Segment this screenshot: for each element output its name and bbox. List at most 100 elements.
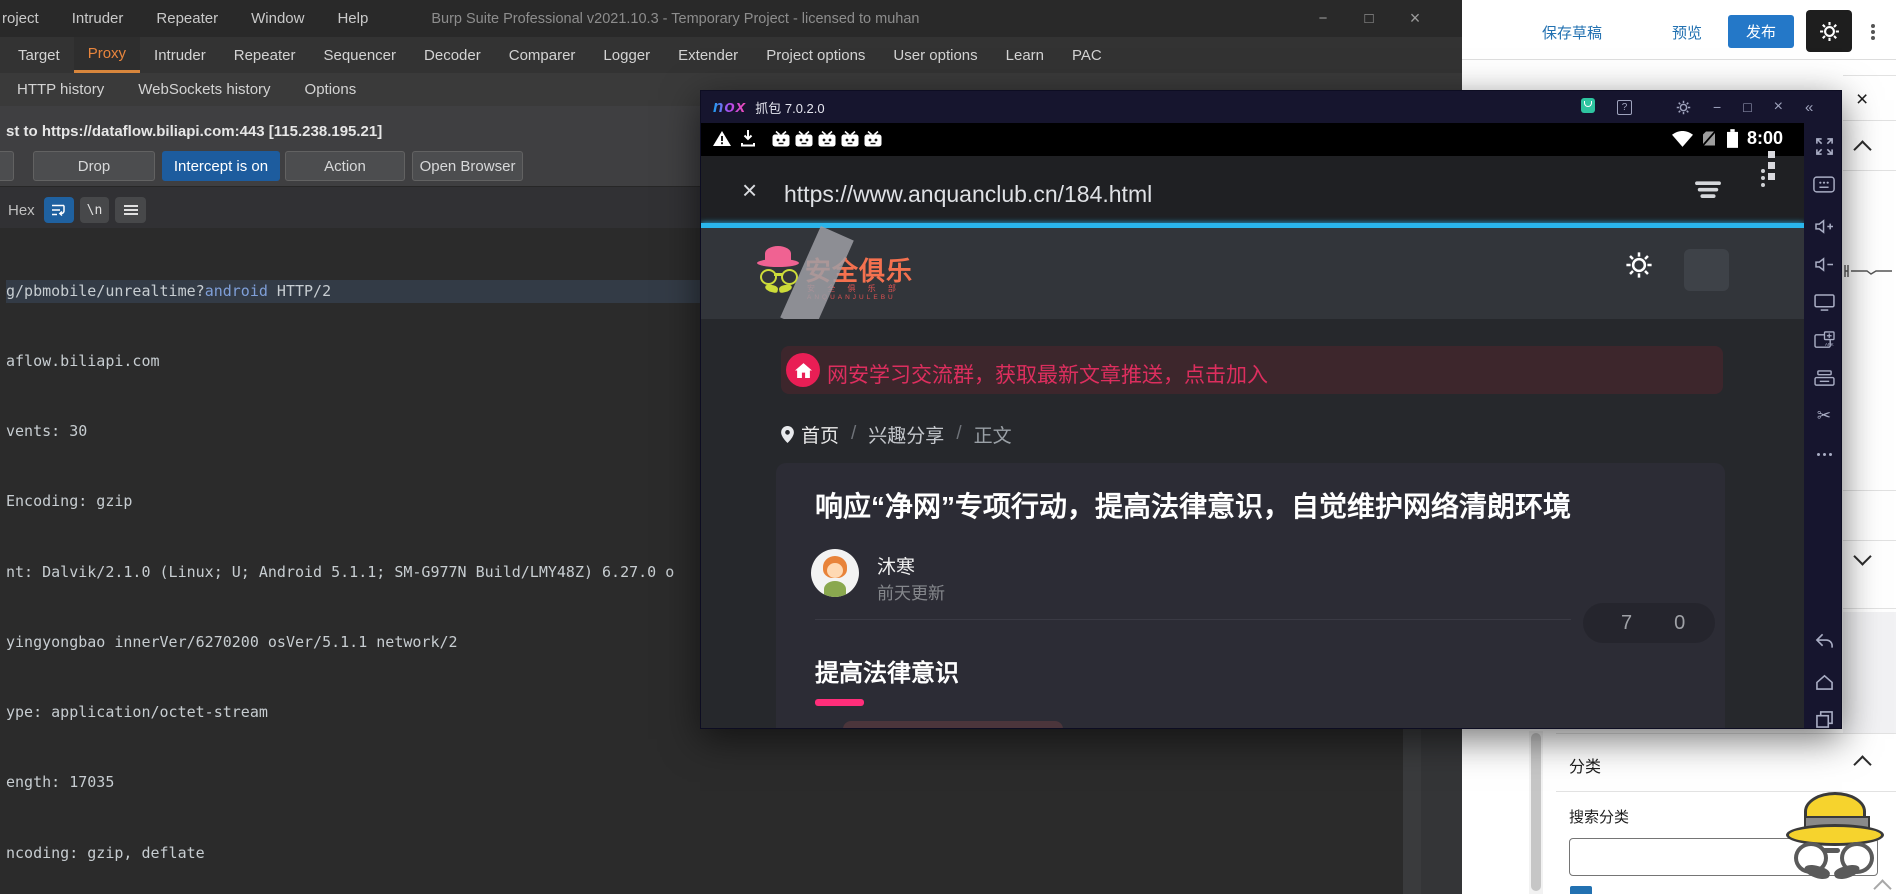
request-banner: st to https://dataflow.biliapi.com:443 […	[6, 123, 383, 140]
mouse-cursor	[1844, 262, 1894, 280]
tab-logger[interactable]: Logger	[589, 37, 664, 73]
battery-icon	[1727, 129, 1738, 148]
menu-lines-icon	[123, 205, 138, 207]
site-settings-gear-icon[interactable]	[1625, 251, 1653, 279]
cut-icon[interactable]: ✂	[1813, 406, 1835, 426]
canvas-band	[1843, 612, 1896, 733]
categories-section-label[interactable]: 分类	[1569, 753, 1601, 777]
settings-gear-icon[interactable]	[1676, 100, 1691, 115]
preview-link[interactable]: 预览	[1672, 22, 1702, 43]
screenshot-icon[interactable]	[1813, 292, 1835, 312]
close-icon[interactable]: ×	[1392, 8, 1438, 29]
forward-button-partial[interactable]	[0, 151, 14, 181]
keyboard-icon[interactable]	[1813, 174, 1835, 194]
newline-toggle-button[interactable]: \n	[80, 197, 109, 223]
article-card: 响应“净网”专项行动，提高法律意识，自觉维护网络清朗环境 沐寒 前天更新 7 0…	[776, 463, 1725, 728]
save-draft-link[interactable]: 保存草稿	[1542, 22, 1602, 43]
settings-button[interactable]	[1806, 10, 1852, 52]
updated-time: 前天更新	[877, 584, 945, 603]
tab-target[interactable]: Target	[4, 37, 74, 73]
window-title: Burp Suite Professional v2021.10.3 - Tem…	[431, 10, 920, 27]
divider	[1843, 120, 1896, 121]
fullscreen-icon[interactable]	[1813, 136, 1835, 156]
maximize-icon[interactable]: □	[1346, 10, 1392, 27]
breadcrumb-home[interactable]: 首页	[801, 421, 839, 448]
header-line: ength: 17035	[6, 773, 115, 792]
divider	[1843, 540, 1896, 541]
subtab-options[interactable]: Options	[288, 81, 374, 98]
close-settings-icon[interactable]: ×	[1856, 88, 1868, 112]
tab-extender[interactable]: Extender	[664, 37, 752, 73]
gear-icon	[1819, 21, 1840, 42]
intercept-toggle-button[interactable]: Intercept is on	[162, 151, 280, 181]
header-placeholder-box[interactable]	[1684, 249, 1729, 291]
tab-intruder[interactable]: Intruder	[140, 37, 220, 73]
stats-pill: 7 0	[1583, 603, 1715, 643]
minimize-icon[interactable]: −	[1713, 99, 1721, 115]
tab-decoder[interactable]: Decoder	[410, 37, 495, 73]
android-home-icon[interactable]	[1813, 671, 1835, 691]
nox-sidebar: APK ✂	[1804, 123, 1841, 728]
tab-pac[interactable]: PAC	[1058, 37, 1116, 73]
shake-device-icon[interactable]	[1813, 368, 1835, 388]
clock-text: 8:00	[1747, 128, 1784, 148]
url-text[interactable]: https://www.anquanclub.cn/184.html	[784, 181, 1152, 208]
maximize-icon[interactable]: □	[1743, 99, 1751, 115]
tab-comparer[interactable]: Comparer	[495, 37, 590, 73]
help-icon[interactable]: ?	[1617, 99, 1632, 115]
notice-bar[interactable]: 网安学习交流群，获取最新文章推送，点击加入	[781, 346, 1723, 394]
menu-repeater[interactable]: Repeater	[156, 10, 218, 27]
warning-notification-icon	[713, 131, 731, 146]
divider	[1843, 170, 1896, 171]
category-checkbox-partial[interactable]	[1570, 886, 1592, 894]
volume-down-icon[interactable]	[1813, 254, 1835, 274]
stop-loading-icon[interactable]: ×	[742, 175, 757, 206]
breadcrumb-separator: /	[956, 423, 962, 444]
tabs-stack-icon[interactable]	[1694, 179, 1722, 201]
menu-intruder[interactable]: Intruder	[72, 10, 124, 27]
editor-scrollbar[interactable]	[1529, 731, 1543, 894]
android-menu-squares-icon[interactable]	[1768, 151, 1775, 158]
tab-repeater[interactable]: Repeater	[220, 37, 310, 73]
tab-user-options[interactable]: User options	[879, 37, 991, 73]
content-block-partial	[843, 721, 1063, 728]
publish-button[interactable]: 发布	[1728, 15, 1794, 48]
tab-proxy[interactable]: Proxy	[73, 37, 141, 73]
bilibili-tv-icon	[817, 130, 837, 148]
wrap-lines-icon	[51, 203, 68, 217]
minimize-icon[interactable]: −	[1300, 10, 1346, 27]
author-avatar[interactable]	[811, 549, 859, 597]
android-back-icon[interactable]	[1813, 631, 1835, 651]
subtab-http-history[interactable]: HTTP history	[0, 81, 121, 98]
android-recents-icon[interactable]	[1813, 709, 1835, 728]
more-options-icon[interactable]	[1871, 24, 1875, 28]
drop-button[interactable]: Drop	[33, 151, 155, 181]
collapse-sidebar-icon[interactable]: «	[1805, 99, 1813, 116]
breadcrumb-category[interactable]: 兴趣分享	[868, 421, 944, 448]
app-market-icon[interactable]	[1581, 98, 1595, 116]
nox-logo: nox	[713, 97, 747, 116]
hex-label[interactable]: Hex	[8, 202, 35, 219]
action-button[interactable]: Action	[285, 151, 405, 181]
subtab-websockets-history[interactable]: WebSockets history	[121, 81, 287, 98]
divider	[1843, 75, 1896, 76]
close-icon[interactable]: ×	[1774, 98, 1783, 116]
author-name[interactable]: 沐寒	[877, 552, 915, 579]
menu-window[interactable]: Window	[251, 10, 304, 27]
article-title: 响应“净网”专项行动，提高法律意识，自觉维护网络清朗环境	[815, 491, 1572, 522]
menu-project[interactable]: roject	[2, 10, 39, 27]
browser-menu-icon[interactable]	[1761, 169, 1765, 173]
divider	[1843, 490, 1896, 491]
editor-scrollbar-thumb[interactable]	[1531, 733, 1541, 891]
tab-project-options[interactable]: Project options	[752, 37, 879, 73]
menu-help[interactable]: Help	[337, 10, 368, 27]
open-browser-button[interactable]: Open Browser	[412, 151, 523, 181]
more-tools-icon[interactable]	[1813, 444, 1835, 464]
tab-sequencer[interactable]: Sequencer	[309, 37, 410, 73]
tab-learn[interactable]: Learn	[992, 37, 1058, 73]
wrap-lines-button[interactable]	[44, 197, 74, 223]
nox-window: nox 抓包 7.0.2.0 ? − □ × « 8:00 × https://…	[700, 90, 1842, 729]
install-apk-icon[interactable]: APK	[1813, 330, 1835, 350]
text-options-button[interactable]	[115, 197, 146, 223]
volume-up-icon[interactable]	[1813, 216, 1835, 236]
